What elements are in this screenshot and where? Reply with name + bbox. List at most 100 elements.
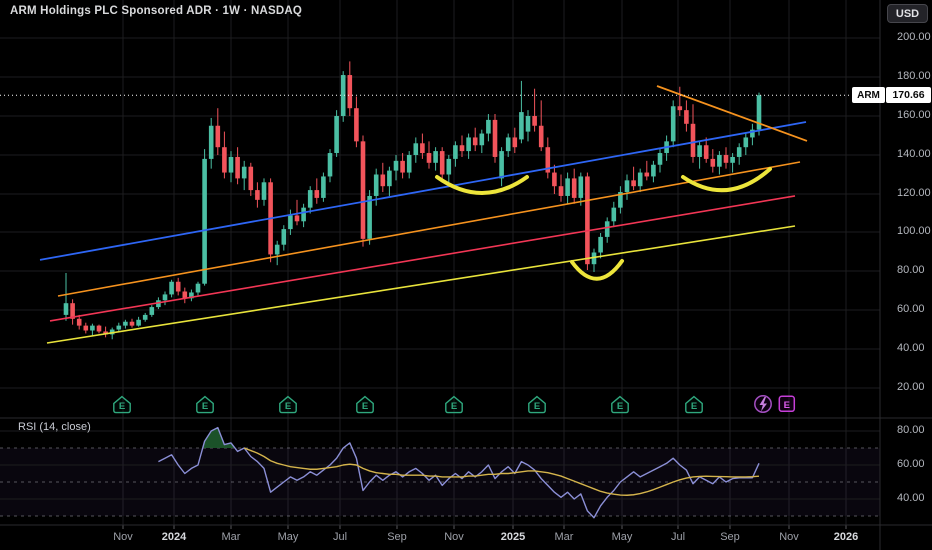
candle	[314, 178, 320, 204]
candle	[439, 147, 445, 181]
candle	[558, 174, 564, 202]
candle	[538, 100, 544, 152]
time-tick-label: Jul	[332, 531, 348, 543]
time-tick-label: Mar	[554, 531, 574, 543]
candlestick-series	[63, 61, 762, 340]
yellow-arc-2[interactable]	[570, 259, 624, 281]
candle	[268, 178, 273, 263]
earnings-icon[interactable]: E	[196, 395, 214, 414]
earnings-icon[interactable]: E	[685, 395, 703, 414]
candle	[571, 168, 577, 204]
candle	[446, 155, 452, 183]
price-tick-label: 100.00	[897, 225, 931, 237]
candle	[255, 182, 260, 208]
red-trendline[interactable]	[49, 195, 796, 322]
yellow-arc-3[interactable]	[681, 167, 772, 193]
candle	[334, 110, 339, 157]
candle	[367, 190, 372, 245]
candle	[169, 279, 174, 298]
candle	[406, 151, 412, 179]
candle	[387, 166, 392, 196]
candle	[611, 201, 617, 228]
candle	[657, 149, 663, 173]
lower-yellow-trendline[interactable]	[46, 225, 796, 344]
svg-text:E: E	[691, 401, 697, 412]
earnings-icon[interactable]: E	[528, 395, 546, 414]
candle	[552, 164, 557, 194]
candle	[690, 104, 696, 163]
svg-text:E: E	[617, 401, 623, 412]
candle	[472, 127, 478, 152]
candle	[241, 160, 247, 191]
candle	[347, 61, 353, 116]
trading-chart-window: E E E E E E E E E ARM Holdings PLC Sponsored ADR…	[0, 0, 932, 550]
price-tick-label: 60.00	[897, 458, 925, 470]
candle	[182, 287, 188, 304]
candle	[723, 147, 729, 169]
price-tick-label: 20.00	[897, 381, 925, 393]
price-tick-label: 80.00	[897, 264, 925, 276]
rsi-pane-background	[0, 430, 880, 517]
candle	[129, 318, 135, 328]
time-tick-label: Nov	[444, 531, 464, 543]
time-tick-label: Mar	[221, 531, 241, 543]
candle	[743, 133, 749, 155]
price-tick-label: 140.00	[897, 148, 931, 160]
candle	[248, 162, 254, 196]
e-square-icon[interactable]: E	[778, 395, 796, 413]
candle	[274, 240, 280, 266]
earnings-icon[interactable]: E	[611, 395, 629, 414]
candle	[70, 299, 75, 325]
candle	[142, 312, 148, 322]
candle	[598, 233, 603, 259]
candle	[703, 137, 709, 163]
candle	[90, 323, 95, 336]
candle	[631, 166, 636, 191]
time-tick-label: Sep	[387, 531, 407, 543]
price-tick-label: 80.00	[897, 424, 925, 436]
candle	[413, 137, 419, 163]
currency-button[interactable]: USD	[887, 4, 928, 23]
candle	[235, 147, 240, 185]
earnings-icon[interactable]: E	[356, 395, 374, 414]
candle	[565, 172, 570, 204]
earnings-icon[interactable]: E	[113, 395, 131, 414]
earnings-markers: EEEEEEEE	[113, 395, 703, 414]
candle	[750, 123, 755, 146]
blue-trendline[interactable]	[39, 121, 807, 261]
candle	[644, 160, 650, 181]
earnings-icon[interactable]: E	[445, 395, 463, 414]
candle	[585, 172, 590, 271]
candle	[63, 272, 69, 321]
svg-text:E: E	[534, 401, 540, 412]
candle	[459, 135, 465, 157]
candle	[281, 225, 287, 251]
candle	[215, 108, 221, 155]
candle	[433, 147, 438, 171]
svg-text:E: E	[451, 401, 457, 412]
candle	[162, 291, 168, 306]
earnings-icon[interactable]: E	[279, 395, 297, 414]
rsi-indicator-label[interactable]: RSI (14, close)	[18, 421, 91, 433]
chart-canvas[interactable]: EEEEEEEEE	[0, 0, 932, 550]
flash-icon[interactable]	[754, 395, 772, 413]
candle	[670, 100, 676, 148]
candle	[400, 153, 405, 179]
last-price-value-flag: 170.66	[886, 87, 931, 103]
candle	[492, 114, 498, 163]
time-tick-label: Nov	[113, 531, 133, 543]
candle	[499, 147, 504, 187]
candle	[360, 135, 366, 247]
candle	[136, 316, 141, 327]
candle	[426, 141, 432, 169]
time-tick-label: May	[277, 531, 299, 543]
candle	[637, 168, 643, 193]
symbol-title: ARM Holdings PLC Sponsored ADR · 1W · NA…	[10, 5, 303, 17]
candle	[222, 131, 227, 179]
last-price-symbol-flag: ARM	[852, 87, 885, 103]
candle	[83, 322, 89, 334]
candle	[380, 162, 386, 193]
time-tick-label: May	[611, 531, 633, 543]
candle	[710, 149, 716, 173]
svg-text:E: E	[362, 401, 368, 412]
